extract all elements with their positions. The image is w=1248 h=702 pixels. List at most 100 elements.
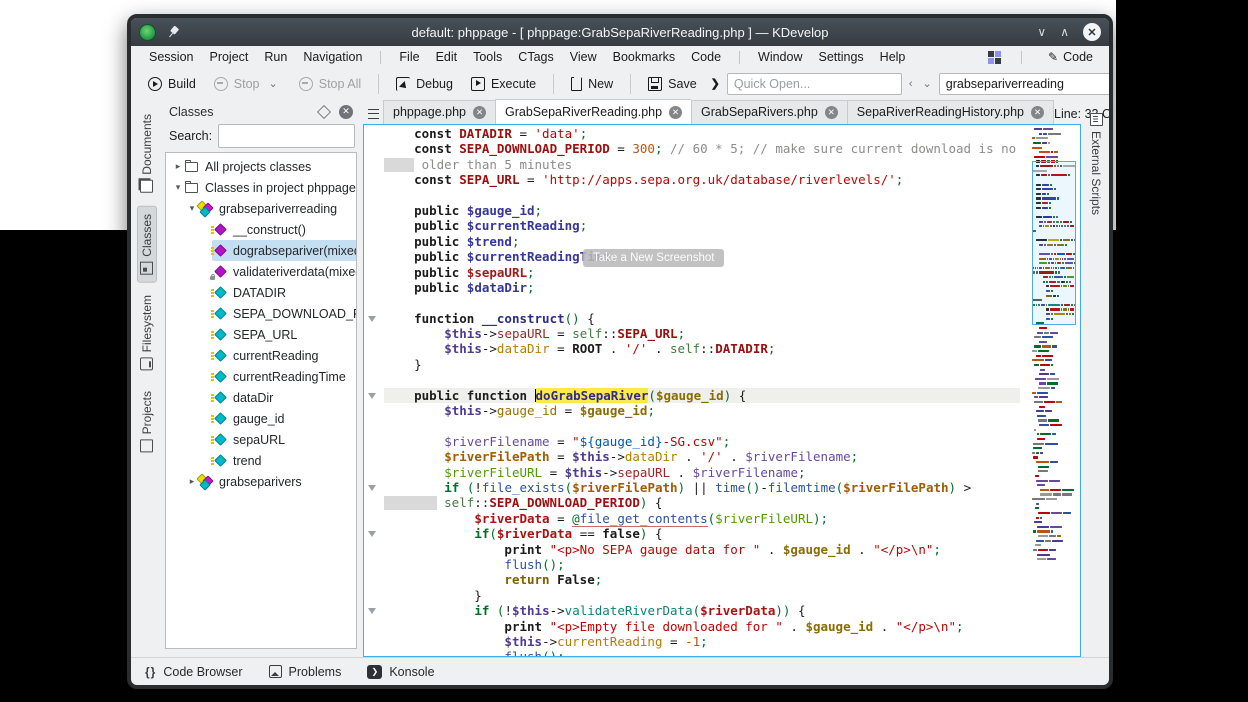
code-line[interactable]	[384, 418, 1020, 433]
code-line[interactable]: public $dataDir;	[384, 280, 1020, 295]
code-line[interactable]: $riverFilePath = $this->dataDir . '/' . …	[384, 449, 1020, 464]
save-button[interactable]: Save	[641, 74, 704, 94]
code-line[interactable]: $this->currentReading = -1;	[384, 634, 1020, 649]
tree-item-grabsepariverreading[interactable]: ▾grabsepariverreading	[166, 198, 356, 219]
expand-icon[interactable]: ▸	[172, 161, 184, 172]
menu-navigation[interactable]: Navigation	[295, 48, 370, 66]
fold-marker-icon[interactable]	[368, 485, 376, 491]
code-line[interactable]: $riverFilename = "${gauge_id}-SG.csv";	[384, 434, 1020, 449]
code-line[interactable]: $this->dataDir = ROOT . '/' . self::DATA…	[384, 341, 1020, 356]
toolview-button-konsole[interactable]: ❯Konsole	[367, 665, 434, 679]
pin-icon[interactable]	[163, 22, 183, 42]
dropdown-chevron-icon[interactable]: ⌄	[266, 77, 281, 90]
menu-run[interactable]: Run	[256, 48, 295, 66]
fold-marker-icon[interactable]	[368, 393, 376, 399]
tab-separiverreadinghistory-php[interactable]: SepaRiverReadingHistory.php✕	[847, 100, 1054, 124]
build-button[interactable]: Build	[141, 74, 203, 94]
code-line[interactable]	[384, 372, 1020, 387]
menu-session[interactable]: Session	[141, 48, 201, 66]
tab-close-icon[interactable]: ✕	[473, 106, 486, 119]
tree-item-sepa-url[interactable]: SEPA_URL	[166, 324, 356, 345]
tree-item-sepaurl[interactable]: sepaURL	[166, 429, 356, 450]
minimap-scrollbar[interactable]	[1032, 128, 1076, 653]
code-line[interactable]: if (!file_exists($riverFilePath) || time…	[384, 480, 1020, 495]
dock-tab-filesystem[interactable]: Filesystem	[138, 288, 156, 377]
fold-marker-icon[interactable]	[368, 316, 376, 322]
toolview-button-problems[interactable]: Problems	[269, 665, 342, 679]
code-line[interactable]: function __construct() {	[384, 311, 1020, 326]
menu-bookmarks[interactable]: Bookmarks	[605, 48, 684, 66]
code-line[interactable]: if($riverData == false) {	[384, 526, 1020, 541]
toolbar-overflow-icon[interactable]: ❯	[708, 77, 723, 90]
tree-item-sepa-download-period[interactable]: SEPA_DOWNLOAD_PERIOD	[166, 303, 356, 324]
code-line[interactable]: if (!$this->validateRiverData($riverData…	[384, 603, 1020, 618]
close-icon[interactable]: ✕	[1083, 23, 1101, 41]
menu-edit[interactable]: Edit	[428, 48, 466, 66]
code-line[interactable]: $riverData = @file_get_contents($riverFi…	[384, 511, 1020, 526]
search-prev-icon[interactable]: ‹	[906, 78, 916, 90]
tree-item-dograbsepariver-mixed-[interactable]: dograbsepariver(mixed)	[166, 240, 356, 261]
code-line[interactable]: public $currentReading;	[384, 218, 1020, 233]
code-line[interactable]	[384, 295, 1020, 310]
tree-item-classes-in-project-phppage[interactable]: ▾Classes in project phppage	[166, 177, 356, 198]
maximize-icon[interactable]: ∧	[1060, 26, 1069, 38]
code-line[interactable]: older than 5 minutes	[384, 157, 1020, 172]
minimap-viewport[interactable]	[1032, 161, 1076, 326]
code-line[interactable]: self::SEPA_DOWNLOAD_PERIOD) {	[384, 495, 1020, 510]
code-line[interactable]: flush();	[384, 557, 1020, 572]
tab-close-icon[interactable]: ✕	[1031, 106, 1044, 119]
collapse-icon[interactable]: ▾	[172, 182, 184, 193]
tree-item-datadir[interactable]: DATADIR	[166, 282, 356, 303]
tree-item-currentreadingtime[interactable]: currentReadingTime	[166, 366, 356, 387]
code-line[interactable]: public function doGrabSepaRiver($gauge_i…	[384, 388, 1020, 403]
code-line[interactable]: return False;	[384, 572, 1020, 587]
code-line[interactable]: $this->sepaURL = self::SEPA_URL;	[384, 326, 1020, 341]
float-panel-icon[interactable]	[317, 104, 331, 118]
area-grid-icon[interactable]	[988, 51, 1001, 64]
code-line[interactable]: const SEPA_DOWNLOAD_PERIOD = 300; // 60 …	[384, 141, 1020, 156]
menu-project[interactable]: Project	[201, 48, 256, 66]
code-line[interactable]: }	[384, 357, 1020, 372]
menu-file[interactable]: File	[391, 48, 427, 66]
tree-item-currentreading[interactable]: currentReading	[166, 345, 356, 366]
code-area-button[interactable]: ✎ Code	[1042, 48, 1099, 66]
code-line[interactable]: const DATADIR = 'data';	[384, 126, 1020, 141]
execute-button[interactable]: Execute	[464, 74, 543, 94]
tab-close-icon[interactable]: ✕	[825, 106, 838, 119]
tab-phppage-php[interactable]: phppage.php✕	[383, 100, 495, 124]
tree-item-datadir[interactable]: dataDir	[166, 387, 356, 408]
code-line[interactable]: $this->gauge_id = $gauge_id;	[384, 403, 1020, 418]
menu-settings[interactable]: Settings	[811, 48, 872, 66]
code-line[interactable]: }	[384, 588, 1020, 603]
menu-window[interactable]: Window	[750, 48, 810, 66]
tab-close-icon[interactable]: ✕	[669, 106, 682, 119]
tree-item--construct-[interactable]: __construct()	[166, 219, 356, 240]
dock-tab-external-scripts[interactable]: External Scripts	[1087, 107, 1105, 221]
search-history-icon[interactable]: ⌄	[920, 77, 935, 90]
tree-item-grabseparivers[interactable]: ▸grabseparivers	[166, 471, 356, 492]
menu-help[interactable]: Help	[872, 48, 914, 66]
document-list-icon[interactable]	[363, 104, 383, 124]
title-bar[interactable]: default: phppage - [ phppage:GrabSepaRiv…	[131, 18, 1109, 46]
code-line[interactable]: const SEPA_URL = 'http://apps.sepa.org.u…	[384, 172, 1020, 187]
quick-open-input[interactable]	[727, 73, 902, 95]
code-line[interactable]: print "<p>No SEPA gauge data for " . $ga…	[384, 542, 1020, 557]
fold-marker-icon[interactable]	[368, 608, 376, 614]
dock-tab-documents[interactable]: Documents	[138, 107, 156, 200]
code-line[interactable]	[384, 188, 1020, 203]
tree-item-trend[interactable]: trend	[166, 450, 356, 471]
dock-tab-projects[interactable]: Projects	[138, 384, 156, 459]
code-line[interactable]: public $trend;	[384, 234, 1020, 249]
toolview-button-code-browser[interactable]: {}Code Browser	[145, 665, 243, 679]
code-line[interactable]: public $gauge_id;	[384, 203, 1020, 218]
tree-item-validateriverdata-mixed-[interactable]: validateriverdata(mixed)	[166, 261, 356, 282]
toolbar-search-input[interactable]	[939, 73, 1113, 95]
menu-ctags[interactable]: CTags	[510, 48, 561, 66]
tab-grabseparivers-php[interactable]: GrabSepaRivers.php✕	[691, 100, 847, 124]
new-button[interactable]: New	[564, 74, 620, 94]
dock-tab-classes[interactable]: Classes	[137, 206, 157, 283]
code-view[interactable]: const DATADIR = 'data'; const SEPA_DOWNL…	[363, 124, 1081, 657]
stop-all-button[interactable]: Stop All	[292, 74, 368, 94]
menu-view[interactable]: View	[562, 48, 605, 66]
code-line[interactable]: flush();	[384, 649, 1020, 657]
